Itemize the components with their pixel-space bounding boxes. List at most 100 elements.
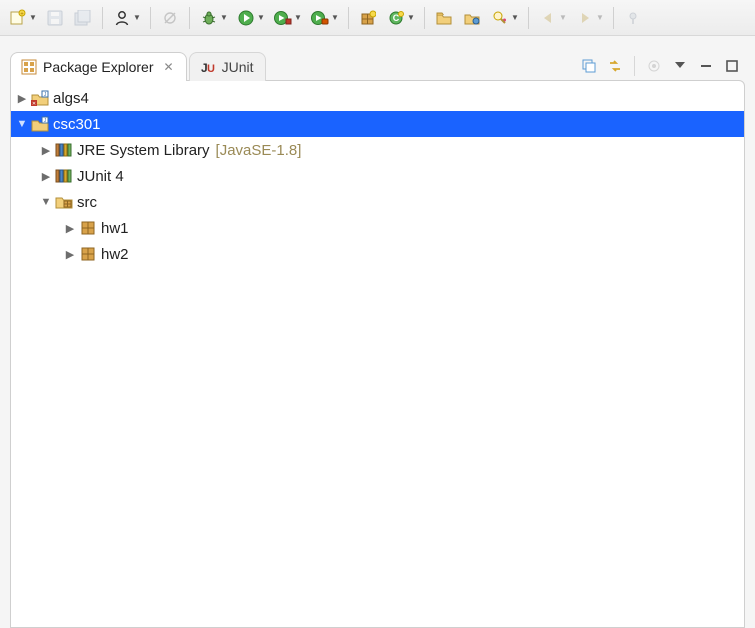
toolbar-separator [150, 7, 151, 29]
pin-icon [623, 8, 643, 28]
tree-jre-library[interactable]: ▶ JRE System Library [JavaSE-1.8] [11, 137, 744, 163]
tree-label: csc301 [53, 116, 101, 133]
toolbar-separator [348, 7, 349, 29]
toolbar-separator [634, 56, 635, 76]
folder-open-icon [434, 8, 454, 28]
new-button[interactable]: + ▼ [6, 4, 39, 32]
perspective-button[interactable]: ▼ [110, 4, 143, 32]
external-tools-button[interactable]: ▼ [308, 4, 341, 32]
tab-junit[interactable]: JU JUnit [189, 52, 267, 81]
source-folder-icon [55, 193, 73, 211]
package-explorer-icon [21, 59, 37, 75]
link-editor-button[interactable] [606, 57, 624, 75]
coverage-button[interactable]: ▼ [271, 4, 304, 32]
expand-icon[interactable]: ▶ [39, 144, 53, 157]
focus-task-button[interactable] [645, 57, 663, 75]
maximize-button[interactable] [723, 57, 741, 75]
debug-button[interactable]: ▼ [197, 4, 230, 32]
dropdown-arrow-icon: ▼ [511, 13, 519, 22]
expand-icon[interactable]: ▶ [39, 170, 53, 183]
main-toolbar: + ▼ ▼ ▼ ▼ [0, 0, 755, 36]
open-task-button[interactable] [460, 4, 484, 32]
toolbar-separator [189, 7, 190, 29]
dropdown-arrow-icon: ▼ [257, 13, 265, 22]
dropdown-arrow-icon: ▼ [596, 13, 604, 22]
collapse-icon[interactable]: ▼ [15, 118, 29, 130]
minimize-button[interactable] [697, 57, 715, 75]
svg-text:✕: ✕ [32, 101, 36, 106]
dropdown-arrow-icon: ▼ [29, 13, 37, 22]
tree-label: src [77, 194, 97, 211]
toolbar-separator [528, 7, 529, 29]
dropdown-arrow-icon: ▼ [407, 13, 415, 22]
forward-icon [575, 8, 595, 28]
save-all-icon [73, 8, 93, 28]
tree-label: hw1 [101, 220, 129, 237]
svg-text:U: U [207, 63, 215, 75]
run-coverage-icon [273, 8, 293, 28]
class-icon: C [386, 8, 406, 28]
tree-package-hw1[interactable]: ▶ hw1 [11, 215, 744, 241]
collapse-icon[interactable]: ▼ [39, 196, 53, 208]
run-button[interactable]: ▼ [234, 4, 267, 32]
search-icon [490, 8, 510, 28]
collapse-all-button[interactable] [580, 57, 598, 75]
library-icon [55, 167, 73, 185]
junit-icon: JU [200, 59, 216, 75]
folder-task-icon [462, 8, 482, 28]
back-button[interactable]: ▼ [536, 4, 569, 32]
run-icon [236, 8, 256, 28]
tree-project-algs4[interactable]: ▶ J✕ algs4 [11, 85, 744, 111]
save-button[interactable] [43, 4, 67, 32]
dropdown-arrow-icon: ▼ [559, 13, 567, 22]
java-project-icon: J [31, 115, 49, 133]
view-area: Package Explorer ✕ JU JUnit [0, 36, 755, 628]
tree-label: JRE System Library [77, 142, 210, 159]
tree-project-csc301[interactable]: ▼ J csc301 [11, 111, 744, 137]
tab-label: JUnit [222, 59, 254, 75]
package-explorer-panel: ▶ J✕ algs4 ▼ J csc301 ▶ JRE System Libra… [10, 80, 745, 628]
dropdown-arrow-icon: ▼ [331, 13, 339, 22]
tree-junit-library[interactable]: ▶ JUnit 4 [11, 163, 744, 189]
tree-src-folder[interactable]: ▼ src [11, 189, 744, 215]
library-icon [55, 141, 73, 159]
toolbar-separator [613, 7, 614, 29]
save-icon [45, 8, 65, 28]
tab-bar: Package Explorer ✕ JU JUnit [10, 46, 745, 80]
svg-text:+: + [20, 11, 24, 17]
close-icon[interactable]: ✕ [164, 60, 174, 74]
package-icon [79, 245, 97, 263]
tree-package-hw2[interactable]: ▶ hw2 [11, 241, 744, 267]
run-external-icon [310, 8, 330, 28]
view-toolbar [580, 56, 745, 80]
toolbar-separator [102, 7, 103, 29]
package-icon [79, 219, 97, 237]
tree-label: JUnit 4 [77, 168, 124, 185]
expand-icon[interactable]: ▶ [63, 248, 77, 261]
new-icon: + [8, 8, 28, 28]
back-icon [538, 8, 558, 28]
project-tree[interactable]: ▶ J✕ algs4 ▼ J csc301 ▶ JRE System Libra… [11, 81, 744, 271]
bug-icon [199, 8, 219, 28]
tree-label-suffix: [JavaSE-1.8] [216, 142, 302, 159]
expand-icon[interactable]: ▶ [15, 92, 29, 105]
view-menu-button[interactable] [671, 57, 689, 75]
new-package-button[interactable] [356, 4, 380, 32]
pin-button[interactable] [621, 4, 645, 32]
dropdown-arrow-icon: ▼ [294, 13, 302, 22]
java-project-error-icon: J✕ [31, 89, 49, 107]
tree-label: algs4 [53, 90, 89, 107]
open-type-button[interactable] [432, 4, 456, 32]
toolbar-separator [424, 7, 425, 29]
tree-label: hw2 [101, 246, 129, 263]
skip-icon [160, 8, 180, 28]
forward-button[interactable]: ▼ [573, 4, 606, 32]
dropdown-arrow-icon: ▼ [133, 13, 141, 22]
tab-package-explorer[interactable]: Package Explorer ✕ [10, 52, 187, 81]
tab-label: Package Explorer [43, 59, 154, 75]
search-button[interactable]: ▼ [488, 4, 521, 32]
expand-icon[interactable]: ▶ [63, 222, 77, 235]
save-all-button[interactable] [71, 4, 95, 32]
skip-breakpoints-button[interactable] [158, 4, 182, 32]
new-class-button[interactable]: C ▼ [384, 4, 417, 32]
